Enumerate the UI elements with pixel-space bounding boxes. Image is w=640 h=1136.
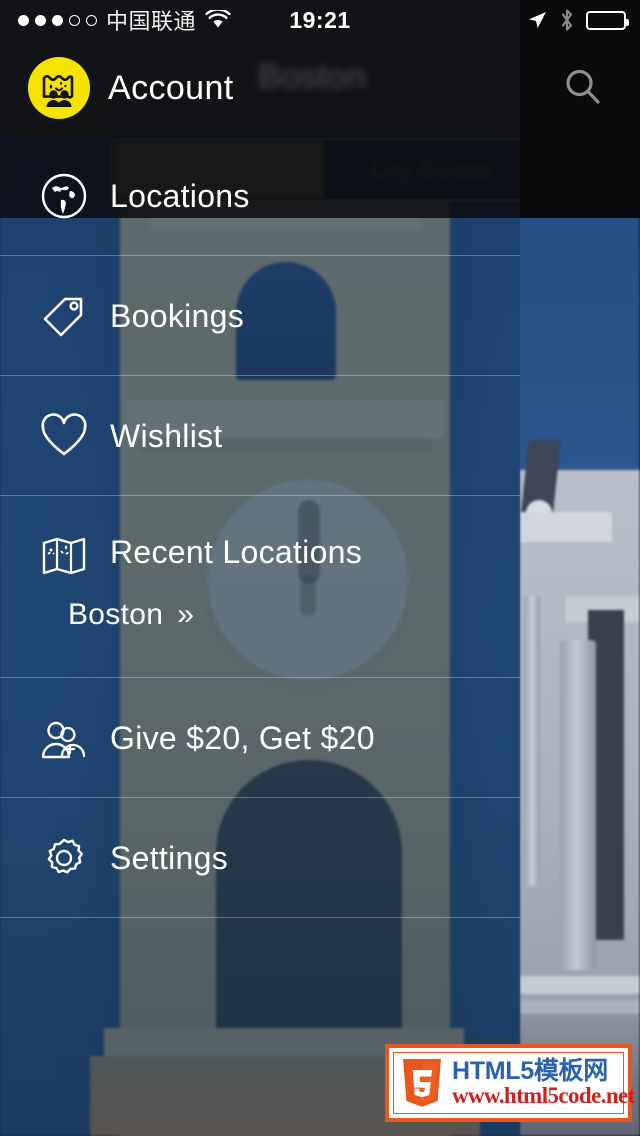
menu-item-bookings[interactable]: Bookings bbox=[0, 256, 520, 376]
menu-item-label: Settings bbox=[110, 839, 229, 876]
battery-full-icon bbox=[586, 10, 629, 30]
app-screen: City Guides Boston 中国联通 bbox=[0, 0, 640, 1136]
menu-item-label: Recent Locations bbox=[110, 534, 363, 570]
tag-icon bbox=[34, 291, 94, 341]
location-arrow-icon bbox=[526, 9, 548, 31]
building-railing bbox=[520, 976, 640, 994]
building-pilaster bbox=[524, 596, 540, 886]
building-cornice bbox=[520, 512, 612, 542]
building-column bbox=[560, 640, 596, 970]
menu-item-settings[interactable]: Settings bbox=[0, 798, 520, 918]
menu-item-label: Give $20, Get $20 bbox=[110, 719, 375, 756]
menu-item-label: Wishlist bbox=[110, 417, 223, 454]
menu-item-recent-locations[interactable]: Recent Locations Boston » bbox=[0, 496, 520, 678]
globe-icon bbox=[34, 171, 94, 221]
menu-item-locations[interactable]: Locations bbox=[0, 136, 520, 256]
watermark-line-1: HTML5模板网 bbox=[452, 1056, 608, 1085]
search-icon[interactable] bbox=[562, 66, 604, 108]
folded-map-icon bbox=[34, 534, 94, 578]
building-railing-lower bbox=[520, 1000, 640, 1014]
account-header[interactable]: Account bbox=[0, 40, 520, 136]
gear-icon bbox=[34, 834, 94, 882]
search-button[interactable] bbox=[554, 58, 612, 116]
heart-icon bbox=[34, 413, 94, 459]
menu-item-wishlist[interactable]: Wishlist bbox=[0, 376, 520, 496]
status-bar-right bbox=[526, 0, 629, 40]
bluetooth-icon bbox=[559, 8, 575, 32]
recent-location-boston[interactable]: Boston » bbox=[68, 598, 194, 632]
page-title: Account bbox=[108, 68, 234, 107]
double-chevron-right-icon[interactable]: » bbox=[177, 600, 194, 630]
menu-item-label: Locations bbox=[110, 177, 250, 214]
menu-item-referral[interactable]: Give $20, Get $20 bbox=[0, 678, 520, 798]
status-bar: 中国联通 19:21 bbox=[0, 0, 640, 40]
watermark-line-2: www.html5code.net bbox=[452, 1083, 635, 1109]
account-avatar-icon bbox=[28, 57, 90, 119]
site-watermark: HTML5模板网 www.html5code.net bbox=[385, 1044, 635, 1122]
add-user-icon bbox=[34, 715, 94, 761]
menu-item-label: Bookings bbox=[110, 297, 245, 334]
drawer-menu: Locations Bookings Wishlist Recent Locat… bbox=[0, 136, 520, 918]
recent-location-label: Boston bbox=[68, 598, 164, 631]
html5-shield-icon bbox=[400, 1057, 444, 1109]
